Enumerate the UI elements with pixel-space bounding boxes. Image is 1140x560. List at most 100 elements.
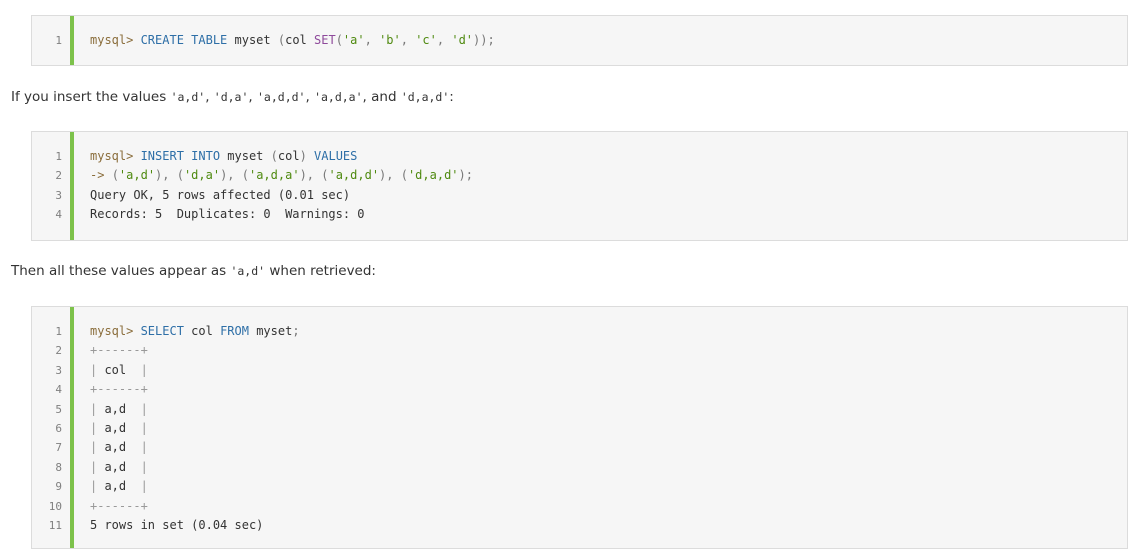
code-token: mysql> [90, 149, 141, 163]
code-token: 'a,d,d' [328, 168, 380, 183]
code-token: ); [458, 168, 473, 183]
code-token: 5 rows in set (0.04 sec) [90, 517, 264, 532]
code-token: mysql> [90, 324, 141, 338]
code-token: | [90, 459, 105, 474]
code-token: ), ( [299, 168, 329, 183]
code-token: ), ( [379, 168, 408, 183]
inline-code: 'a,d,d' [257, 90, 306, 104]
line-number-gutter: 1 2 3 4 5 6 7 8 9 10 11 [32, 307, 74, 548]
inline-code: 'a,d' [170, 90, 206, 104]
line-number-gutter: 1 2 3 4 [32, 132, 74, 240]
code-content: mysql> SELECT col FROM myset; +------+ | c… [74, 307, 1127, 548]
code-token: | [126, 362, 148, 377]
code-token: -> [90, 168, 112, 183]
code-token: 'a' [342, 33, 365, 47]
line-number: 6 [55, 421, 62, 435]
code-token: 'c' [415, 33, 437, 47]
code-line: +------+ [90, 341, 1127, 360]
code-token: | [90, 401, 105, 416]
code-token: VALUES [314, 149, 358, 163]
code-token: 'd,a,d' [407, 168, 459, 183]
code-block-insert: 1 2 3 4 mysql> INSERT INTO myset (col) VALU… [31, 131, 1128, 241]
code-token: Records: 5 Duplicates: 0 Warnings: 0 [90, 207, 365, 222]
line-number: 1 [55, 34, 62, 47]
line-number: 1 [55, 150, 62, 163]
code-token: myset [220, 149, 271, 163]
code-token: | [90, 440, 105, 455]
inline-code: 'a,d' [230, 264, 266, 278]
code-token: +------+ [90, 382, 148, 397]
paragraph-text: , [205, 89, 214, 105]
inline-code: 'd,a,d' [400, 90, 450, 104]
code-line: +------+ [90, 380, 1127, 399]
code-token: CREATE TABLE [140, 33, 228, 47]
code-token: | [126, 459, 148, 474]
code-token: | [90, 362, 105, 377]
code-line: | a,d | [90, 400, 1127, 419]
line-number: 3 [55, 363, 62, 377]
code-token: FROM [220, 324, 249, 338]
code-token: 'a,d,a' [248, 168, 300, 183]
code-token: col [183, 324, 221, 338]
code-line: | a,d | [90, 458, 1127, 477]
code-token: col [285, 33, 314, 47]
code-token: SELECT [140, 324, 184, 338]
code-token: ), ( [155, 168, 184, 183]
code-token: a,d [104, 459, 127, 474]
line-number: 7 [55, 441, 62, 455]
paragraph-text: , [305, 89, 315, 105]
inline-code: 'a,d,a' [314, 90, 363, 104]
line-number: 2 [55, 344, 62, 358]
line-number: 3 [55, 188, 62, 202]
line-number: 8 [55, 460, 62, 474]
code-line: | a,d | [90, 419, 1127, 438]
code-token: SET [314, 33, 336, 47]
line-number: 4 [55, 208, 62, 222]
code-token: a,d [104, 401, 127, 416]
code-token: col [104, 362, 127, 377]
code-token: a,d [104, 440, 127, 455]
code-line: mysql> INSERT INTO myset (col) VALUES [90, 147, 1127, 166]
code-token: 'a,d' [118, 168, 156, 183]
code-line: mysql> SELECT col FROM myset; [90, 322, 1127, 341]
code-token: )); [473, 33, 495, 47]
code-content: mysql> CREATE TABLE myset (col SET('a', … [74, 16, 1127, 65]
code-token: a,d [104, 479, 127, 494]
code-token: myset [248, 324, 293, 338]
code-content: mysql> INSERT INTO myset (col) VALUES -> … [74, 132, 1127, 240]
paragraph-text: : [449, 89, 454, 105]
code-token: col [277, 149, 300, 163]
code-line: | a,d | [90, 438, 1127, 457]
paragraph-text: , [248, 89, 257, 105]
code-line: 5 rows in set (0.04 sec) [90, 516, 1127, 535]
code-token: +------+ [90, 343, 148, 358]
line-number: 1 [55, 325, 62, 338]
code-token: | [126, 401, 148, 416]
line-number: 10 [48, 499, 62, 513]
line-number: 2 [55, 169, 62, 183]
paragraph-text: Then all these values appear as [11, 263, 231, 279]
paragraph-retrieved: Then all these values appear as 'a,d' wh… [11, 263, 376, 279]
code-token: ( [111, 168, 119, 183]
line-number: 5 [55, 402, 62, 416]
paragraph-text: If you insert the values [11, 89, 171, 105]
code-token: , [400, 33, 416, 47]
inline-code: 'd,a' [213, 90, 249, 104]
code-token: ), ( [220, 168, 249, 183]
code-token: ( [270, 149, 278, 163]
code-token: ( [277, 33, 286, 47]
code-line: -> ('a,d'), ('d,a'), ('a,d,a'), ('a,d,d'… [90, 166, 1127, 185]
code-token: ; [292, 324, 300, 338]
code-token: myset [227, 33, 278, 47]
code-token: Query OK, 5 rows affected (0.01 sec) [90, 187, 351, 202]
code-token: INSERT INTO [140, 149, 221, 163]
code-token: | [126, 440, 148, 455]
code-block-create-table: 1 mysql> CREATE TABLE myset (col SET('a'… [31, 15, 1128, 66]
code-token: | [126, 420, 148, 435]
paragraph-text: when retrieved: [265, 263, 376, 279]
code-block-select: 1 2 3 4 5 6 7 8 9 10 11 mysql> SELECT col FROM mys… [31, 306, 1128, 549]
code-line: Records: 5 Duplicates: 0 Warnings: 0 [90, 205, 1127, 224]
line-number: 11 [48, 518, 62, 532]
code-line: Query OK, 5 rows affected (0.01 sec) [90, 186, 1127, 205]
code-token: | [90, 420, 105, 435]
